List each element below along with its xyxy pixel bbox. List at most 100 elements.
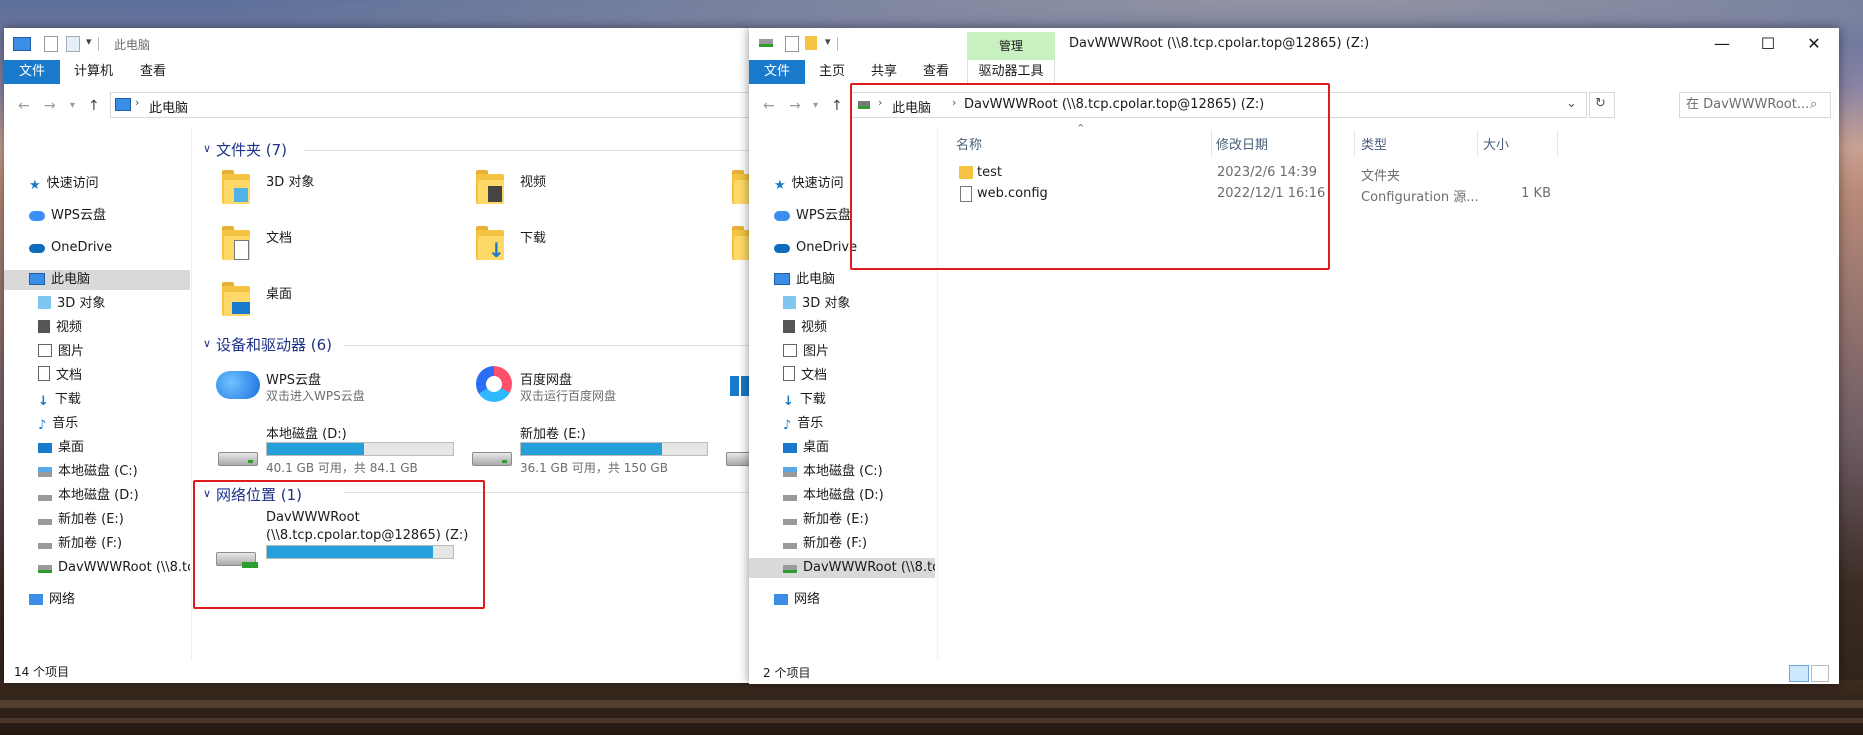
folder-icon[interactable] xyxy=(222,282,250,316)
folder-label-desktop[interactable]: 桌面 xyxy=(266,283,292,302)
nav-drive-d[interactable]: 本地磁盘 (D:) xyxy=(38,486,139,506)
device-name-wps[interactable]: WPS云盘 xyxy=(266,369,321,388)
title-bar[interactable]: ▾ 此电脑 xyxy=(4,28,750,60)
nav-music[interactable]: ♪ 音乐 xyxy=(38,414,78,434)
tab-share[interactable]: 共享 xyxy=(871,60,897,84)
minimize-button[interactable]: — xyxy=(1699,28,1745,60)
nav-label: 新加卷 (E:) xyxy=(58,512,124,527)
nav-documents[interactable]: 文档 xyxy=(783,366,827,386)
tab-file[interactable]: 文件 xyxy=(749,60,805,84)
nav-desktop[interactable]: 桌面 xyxy=(38,438,84,458)
recent-dropdown-icon[interactable]: ▾ xyxy=(813,100,818,111)
device-name-e[interactable]: 新加卷 (E:) xyxy=(520,423,586,442)
drive-icon[interactable] xyxy=(472,446,512,466)
maximize-button[interactable]: ☐ xyxy=(1745,28,1791,60)
column-header-size[interactable]: 大小 xyxy=(1483,134,1509,153)
up-arrow-icon[interactable]: ↑ xyxy=(88,98,100,114)
tab-manage[interactable]: 管理 xyxy=(967,32,1055,60)
section-header-devices[interactable]: 设备和驱动器 (6) xyxy=(216,334,332,355)
recent-dropdown-icon[interactable]: ▾ xyxy=(70,100,75,111)
back-arrow-icon[interactable]: ← xyxy=(763,98,775,114)
nav-pictures[interactable]: 图片 xyxy=(38,342,84,362)
refresh-button[interactable]: ↻ xyxy=(1589,92,1615,118)
nav-this-pc[interactable]: 此电脑 xyxy=(774,270,835,290)
nav-quick-access[interactable]: ★ 快速访问 xyxy=(774,174,844,194)
close-button[interactable]: ✕ xyxy=(1791,28,1837,60)
forward-arrow-icon[interactable]: → xyxy=(789,98,801,114)
qat-newfolder-icon[interactable] xyxy=(66,36,80,52)
nav-label: 快速访问 xyxy=(46,176,99,191)
folder-icon[interactable] xyxy=(222,170,250,204)
address-dropdown-icon[interactable]: ⌄ xyxy=(1566,96,1577,111)
nav-videos[interactable]: 视频 xyxy=(38,318,82,338)
tab-computer[interactable]: 计算机 xyxy=(74,60,113,84)
windows-logo-icon-partial[interactable] xyxy=(730,376,750,396)
folder-label-videos[interactable]: 视频 xyxy=(520,171,546,190)
qat-dropdown-icon[interactable]: ▾ xyxy=(86,35,92,48)
drive-icon xyxy=(783,495,797,501)
folder-icon[interactable] xyxy=(222,226,250,260)
nav-3d-objects[interactable]: 3D 对象 xyxy=(783,294,850,314)
nav-videos[interactable]: 视频 xyxy=(783,318,827,338)
qat-newfolder-icon[interactable] xyxy=(805,36,817,50)
nav-drive-f[interactable]: 新加卷 (F:) xyxy=(38,534,122,554)
nav-desktop[interactable]: 桌面 xyxy=(783,438,829,458)
large-icons-view-button[interactable] xyxy=(1811,665,1829,682)
folder-icon-partial[interactable] xyxy=(732,226,750,260)
nav-3d-objects[interactable]: 3D 对象 xyxy=(38,294,105,314)
qat-dropdown-icon[interactable]: ▾ xyxy=(825,35,831,48)
tab-drive-tools[interactable]: 驱动器工具 xyxy=(967,60,1055,84)
nav-wps-cloud[interactable]: WPS云盘 xyxy=(774,206,851,226)
qat-properties-icon[interactable] xyxy=(785,36,799,52)
device-name-baidu[interactable]: 百度网盘 xyxy=(520,369,572,388)
forward-arrow-icon[interactable]: → xyxy=(44,98,56,114)
folder-icon[interactable] xyxy=(476,170,504,204)
nav-documents[interactable]: 文档 xyxy=(38,366,82,386)
folder-icon-partial[interactable] xyxy=(732,170,750,204)
chevron-down-icon[interactable]: ∨ xyxy=(203,142,211,155)
up-arrow-icon[interactable]: ↑ xyxy=(831,98,843,114)
nav-drive-f[interactable]: 新加卷 (F:) xyxy=(783,534,867,554)
back-arrow-icon[interactable]: ← xyxy=(18,98,30,114)
nav-label: 新加卷 (F:) xyxy=(58,536,123,551)
drive-icon-partial[interactable] xyxy=(726,446,750,466)
nav-pictures[interactable]: 图片 xyxy=(783,342,829,362)
chevron-down-icon[interactable]: ∨ xyxy=(203,337,211,350)
nav-drive-e[interactable]: 新加卷 (E:) xyxy=(38,510,124,530)
tab-file[interactable]: 文件 xyxy=(4,60,60,84)
nav-drive-d[interactable]: 本地磁盘 (D:) xyxy=(783,486,884,506)
tab-view[interactable]: 查看 xyxy=(923,60,949,84)
nav-this-pc[interactable]: 此电脑 xyxy=(4,270,190,290)
nav-downloads[interactable]: ↓ 下载 xyxy=(38,390,81,410)
title-bar[interactable]: ▾ 管理 DavWWWRoot (\\8.tcp.cpolar.top@1286… xyxy=(749,28,1839,60)
folder-label-downloads[interactable]: 下载 xyxy=(520,227,546,246)
folder-icon[interactable]: ↓ xyxy=(476,226,505,262)
section-header-folders[interactable]: 文件夹 (7) xyxy=(216,139,287,160)
breadcrumb-this-pc[interactable]: 此电脑 xyxy=(149,97,188,116)
tab-view[interactable]: 查看 xyxy=(140,60,166,84)
nav-wps-cloud[interactable]: WPS云盘 xyxy=(29,206,106,226)
search-input[interactable]: 在 DavWWWRoot... ⌕ xyxy=(1679,92,1831,118)
nav-downloads[interactable]: ↓ 下载 xyxy=(783,390,826,410)
nav-network[interactable]: 网络 xyxy=(29,590,75,610)
nav-music[interactable]: ♪ 音乐 xyxy=(783,414,823,434)
nav-network[interactable]: 网络 xyxy=(774,590,820,610)
address-bar[interactable]: › 此电脑 xyxy=(110,92,750,118)
nav-drive-z[interactable]: DavWWWRoot (\\8.tcp xyxy=(38,558,190,578)
device-name-d[interactable]: 本地磁盘 (D:) xyxy=(266,423,347,442)
nav-drive-z[interactable]: DavWWWRoot (\\8.tcp xyxy=(749,558,935,578)
tab-home[interactable]: 主页 xyxy=(819,60,845,84)
nav-drive-c[interactable]: 本地磁盘 (C:) xyxy=(38,462,138,482)
column-header-type[interactable]: 类型 xyxy=(1361,134,1387,153)
folder-label-3d-objects[interactable]: 3D 对象 xyxy=(266,171,314,190)
nav-onedrive[interactable]: OneDrive xyxy=(774,238,857,258)
nav-drive-e[interactable]: 新加卷 (E:) xyxy=(783,510,869,530)
details-view-button[interactable] xyxy=(1789,665,1809,682)
qat-properties-icon[interactable] xyxy=(44,36,58,52)
wps-cloud-icon[interactable] xyxy=(216,371,260,399)
drive-icon[interactable] xyxy=(218,446,258,466)
nav-onedrive[interactable]: OneDrive xyxy=(29,238,112,258)
folder-label-documents[interactable]: 文档 xyxy=(266,227,292,246)
nav-drive-c[interactable]: 本地磁盘 (C:) xyxy=(783,462,883,482)
nav-quick-access[interactable]: ★ 快速访问 xyxy=(29,174,99,194)
